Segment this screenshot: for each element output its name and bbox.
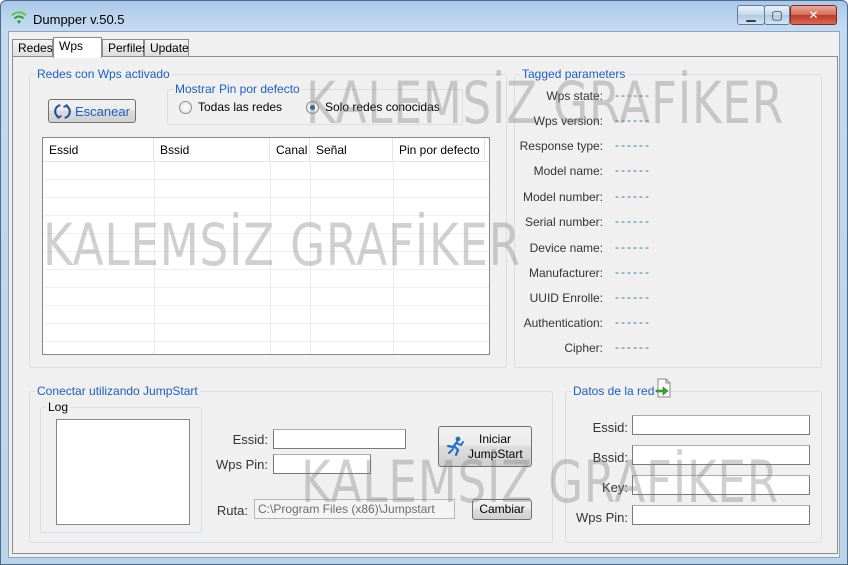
log-group: Log — [40, 400, 202, 533]
list-divider — [310, 162, 311, 354]
tagged-param-value: ------ — [615, 163, 651, 177]
tagged-param-label: Response type: — [519, 139, 603, 153]
column-bssid[interactable]: Bssid — [154, 138, 270, 162]
radio-known-networks[interactable]: Solo redes conocidas — [306, 100, 440, 114]
tagged-param-value: ------ — [615, 265, 651, 279]
network-bssid-input[interactable] — [632, 445, 810, 465]
radio-all-networks[interactable]: Todas las redes — [179, 100, 282, 114]
tagged-param-value: ------ — [615, 315, 651, 329]
start-jumpstart-label-line2: JumpStart — [468, 447, 523, 461]
app-window: Dumpper v.50.5 ▁ ▢ ✕ Redes Wps Perfiles … — [0, 0, 848, 565]
minimize-icon: ▁ — [746, 8, 756, 22]
network-pin-input[interactable] — [632, 505, 810, 525]
tagged-param-label: Manufacturer: — [528, 266, 603, 280]
tagged-param-value: ------ — [615, 113, 651, 127]
start-jumpstart-button[interactable]: Iniciar JumpStart — [438, 426, 532, 467]
list-rows — [43, 162, 489, 354]
tagged-param-value: ------ — [615, 240, 651, 254]
minimize-button[interactable]: ▁ — [737, 5, 765, 25]
tagged-parameters-group: Tagged parameters Wps state: ------ Wps ve… — [514, 67, 822, 368]
network-data-group-label: Datos de la red — [571, 384, 657, 398]
route-input[interactable]: C:\Program Files (x86)\Jumpstart — [254, 499, 455, 519]
network-essid-label: Essid: — [592, 420, 628, 435]
jumpstart-essid-label: Essid: — [232, 432, 268, 447]
change-route-button[interactable]: Cambiar — [472, 499, 532, 520]
wps-tab-page: Redes con Wps activado Escanear Mostrar … — [12, 56, 838, 554]
tab-wps[interactable]: Wps — [53, 37, 102, 58]
radio-all-label: Todas las redes — [198, 100, 283, 114]
network-data-group: Datos de la red Essid: Bssid: Key: Wps P… — [565, 378, 822, 543]
column-essid[interactable]: Essid — [43, 138, 154, 162]
scan-icon — [54, 103, 71, 120]
jumpstart-essid-input[interactable] — [273, 429, 406, 449]
list-divider — [393, 162, 394, 354]
tagged-param-label: UUID Enrolle: — [529, 291, 603, 305]
column-senal[interactable]: Señal — [310, 138, 393, 162]
tagged-param-label: Model name: — [533, 164, 603, 178]
list-divider — [270, 162, 271, 354]
radio-known-label: Solo redes conocidas — [325, 100, 440, 114]
default-pin-group: Mostrar Pin por defecto Todas las redes … — [167, 82, 463, 125]
tagged-param-value: ------ — [615, 214, 651, 228]
tagged-param-label: Serial number: — [524, 215, 603, 229]
tagged-param-label: Wps version: — [533, 114, 603, 128]
radio-known-indicator — [306, 100, 319, 114]
tab-perfiles[interactable]: Perfiles — [102, 39, 148, 57]
wps-networks-group-label: Redes con Wps activado — [35, 67, 172, 81]
tab-update[interactable]: Update — [144, 39, 189, 57]
tagged-param-value: ------ — [615, 189, 651, 203]
column-canal[interactable]: Canal — [270, 138, 310, 162]
tab-redes[interactable]: Redes — [12, 39, 53, 57]
tagged-param-label: Device name: — [529, 241, 603, 255]
window-title: Dumpper v.50.5 — [33, 12, 125, 27]
network-key-label: Key: — [601, 480, 628, 495]
tagged-param-label: Cipher: — [564, 341, 603, 355]
tagged-param-value: ------ — [615, 340, 651, 354]
start-jumpstart-label-line1: Iniciar — [479, 432, 512, 446]
network-pin-label: Wps Pin: — [575, 510, 628, 525]
network-key-input[interactable] — [632, 475, 810, 495]
running-person-icon — [446, 436, 464, 457]
list-divider — [154, 162, 155, 354]
close-icon: ✕ — [808, 8, 819, 22]
tagged-param-value: ------ — [615, 290, 651, 304]
log-group-label: Log — [46, 400, 71, 414]
client-area: Redes Wps Perfiles Update Redes con Wps … — [8, 31, 840, 558]
jumpstart-group-label: Conectar utilizando JumpStart — [35, 384, 200, 398]
tagged-param-label: Wps state: — [546, 89, 603, 103]
title-bar[interactable]: Dumpper v.50.5 ▁ ▢ ✕ — [1, 1, 847, 33]
tagged-param-value: ------ — [615, 138, 651, 152]
maximize-icon: ▢ — [771, 8, 783, 22]
tagged-parameters-group-label: Tagged parameters — [520, 67, 628, 81]
tagged-param-label: Model number: — [522, 190, 603, 204]
export-document-icon[interactable] — [655, 378, 673, 398]
tagged-param-value: ------ — [615, 88, 651, 102]
network-essid-input[interactable] — [632, 415, 810, 435]
jumpstart-group: Conectar utilizando JumpStart Log Essid:… — [29, 384, 553, 543]
maximize-button[interactable]: ▢ — [764, 5, 790, 25]
close-button[interactable]: ✕ — [790, 5, 837, 25]
jumpstart-pin-input[interactable] — [273, 454, 371, 474]
wps-networks-group: Redes con Wps activado Escanear Mostrar … — [29, 67, 507, 368]
jumpstart-pin-label: Wps Pin: — [215, 457, 268, 472]
wps-networks-list[interactable]: Essid Bssid Canal Señal Pin por defecto — [42, 137, 490, 355]
radio-all-indicator — [179, 100, 192, 114]
scan-button-label: Escanear — [75, 104, 130, 119]
scan-button[interactable]: Escanear — [48, 99, 136, 123]
route-label: Ruta: — [216, 503, 248, 518]
log-textbox[interactable] — [56, 419, 190, 525]
default-pin-group-label: Mostrar Pin por defecto — [173, 82, 302, 96]
wifi-app-icon — [11, 11, 27, 24]
list-header: Essid Bssid Canal Señal Pin por defecto — [43, 138, 489, 162]
network-bssid-label: Bssid: — [592, 450, 628, 465]
tagged-param-label: Authentication: — [523, 316, 603, 330]
column-default-pin[interactable]: Pin por defecto — [393, 138, 485, 162]
